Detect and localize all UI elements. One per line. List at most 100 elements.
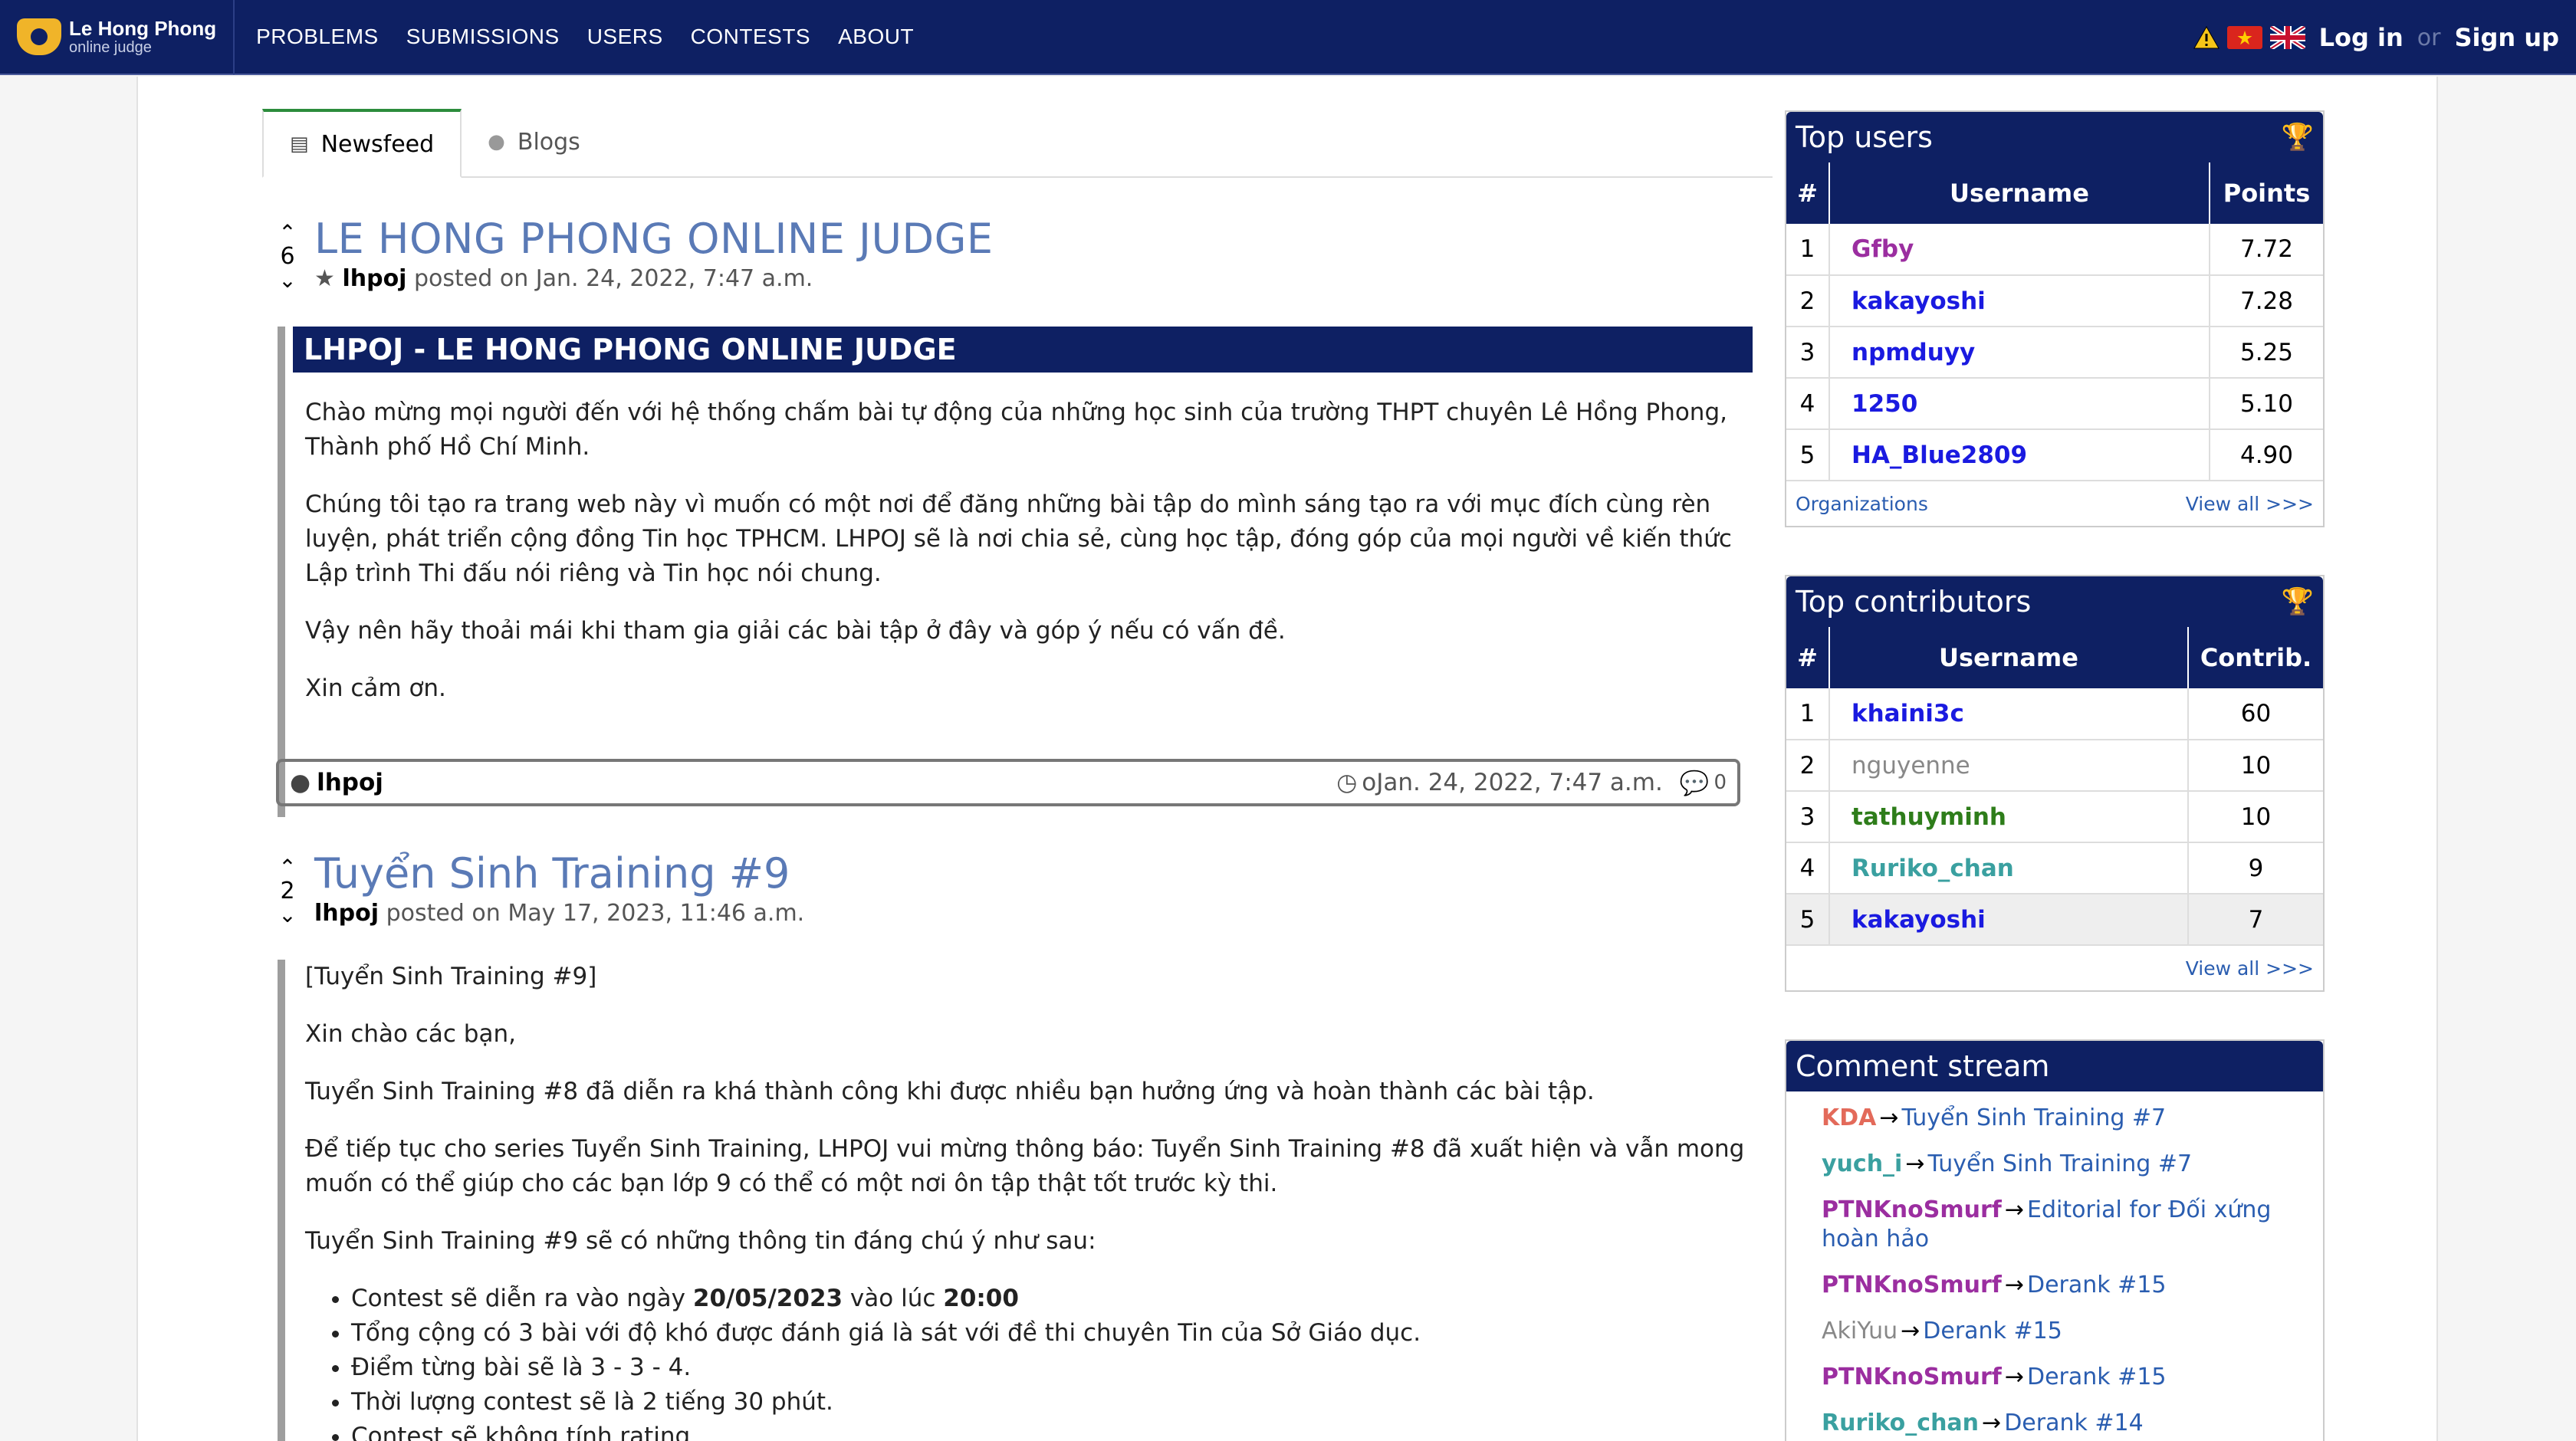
stream-user[interactable]: PTNKnoSmurf [1822, 1196, 2002, 1223]
stream-target-link[interactable]: Tuyển Sinh Training #7 [1902, 1105, 2167, 1131]
post-title[interactable]: LE HONG PHONG ONLINE JUDGE [314, 215, 994, 263]
bullet-item: Tổng cộng có 3 bài với độ khó được đánh … [351, 1316, 1753, 1351]
stream-item: PTNKnoSmurf → Derank #15 [1822, 1271, 2308, 1300]
stream-user[interactable]: KDA [1822, 1105, 1876, 1131]
arrow-right-icon: → [1982, 1410, 2002, 1436]
value-cell: 7.72 [2210, 224, 2323, 276]
warning-icon[interactable] [2193, 26, 2220, 49]
uk-flag-icon[interactable] [2269, 26, 2305, 49]
username-cell[interactable]: kakayoshi [1829, 894, 2189, 946]
nav-users[interactable]: USERS [573, 25, 677, 49]
view-all-contributors-link[interactable]: View all >>> [2186, 957, 2314, 980]
stream-target-link[interactable]: Derank #14 [2004, 1410, 2144, 1436]
username-cell[interactable]: tathuyminh [1829, 791, 2189, 843]
arrow-right-icon: → [1905, 1151, 1925, 1177]
value-cell: 7.28 [2210, 275, 2323, 327]
rank-cell: 2 [1786, 740, 1830, 792]
organizations-link[interactable]: Organizations [1796, 493, 1928, 515]
post-title[interactable]: Tuyển Sinh Training #9 [314, 849, 790, 898]
username-cell[interactable]: Ruriko_chan [1829, 842, 2189, 894]
tab-newsfeed[interactable]: ▤ Newsfeed [262, 109, 462, 178]
upvote-icon[interactable]: ⌃ [276, 222, 299, 244]
stream-item: yuch_i → Tuyển Sinh Training #7 [1822, 1150, 2308, 1179]
post-paragraph: Vậy nên hãy thoải mái khi tham gia giải … [305, 617, 1286, 645]
table-row: 3 npmduyy 5.25 [1786, 327, 2323, 379]
top-contributors-box: Top contributors 🏆 # Username Contrib. 1… [1785, 575, 2325, 992]
post-1-footer: ● lhpoj ◷ oJan. 24, 2022, 7:47 a.m. 💬 0 [276, 759, 1740, 806]
col-username: Username [1829, 162, 2210, 224]
comment-stream-box: Comment stream KDA → Tuyển Sinh Training #… [1785, 1039, 2325, 1441]
table-row: 4 Ruriko_chan 9 [1786, 842, 2323, 894]
username-cell[interactable]: npmduyy [1829, 327, 2210, 379]
stream-user[interactable]: yuch_i [1822, 1151, 1902, 1177]
value-cell: 5.10 [2210, 378, 2323, 430]
value-cell: 5.25 [2210, 327, 2323, 379]
trophy-icon: 🏆 [2281, 586, 2314, 617]
username-cell[interactable]: khaini3c [1829, 688, 2189, 740]
stream-user[interactable]: Ruriko_chan [1822, 1410, 1979, 1436]
col-username: Username [1829, 627, 2189, 688]
view-all-users-link[interactable]: View all >>> [2186, 493, 2314, 515]
username-cell[interactable]: nguyenne [1829, 740, 2189, 792]
post-paragraph: Tuyển Sinh Training #9 sẽ có những thông… [305, 1227, 1096, 1255]
value-cell: 7 [2188, 894, 2323, 946]
vote-widget: ⌃ 2 ⌄ [276, 857, 299, 926]
stream-target-link[interactable]: Tuyển Sinh Training #7 [1927, 1151, 2192, 1177]
arrow-right-icon: → [2004, 1272, 2024, 1298]
upvote-icon[interactable]: ⌃ [276, 857, 299, 878]
logo-title: Le Hong Phong [69, 16, 217, 40]
table-row: 5 HA_Blue2809 4.90 [1786, 429, 2323, 481]
username-cell[interactable]: kakayoshi [1829, 275, 2210, 327]
user-icon: ● [488, 130, 505, 153]
stream-user[interactable]: PTNKnoSmurf [1822, 1364, 2002, 1390]
post-paragraph: Xin chào các bạn, [305, 1020, 516, 1048]
table-row: 3 tathuyminh 10 [1786, 791, 2323, 843]
arrow-right-icon: → [2004, 1196, 2024, 1223]
signup-link[interactable]: Sign up [2454, 23, 2559, 52]
stream-user[interactable]: AkiYuu [1822, 1318, 1898, 1344]
comments-icon[interactable]: 💬 [1680, 769, 1710, 797]
post-heading: LHPOJ - LE HONG PHONG ONLINE JUDGE [293, 327, 1753, 373]
stream-item: PTNKnoSmurf → Derank #15 [1822, 1363, 2308, 1392]
post-paragraph: Để tiếp tục cho series Tuyển Sinh Traini… [305, 1135, 1745, 1197]
post-author[interactable]: lhpoj [342, 265, 406, 292]
stream-target-link[interactable]: Derank #15 [2027, 1364, 2167, 1390]
comment-stream-title: Comment stream [1796, 1049, 2050, 1083]
nav-right: Log in or Sign up [2193, 0, 2559, 75]
col-points: Points [2210, 162, 2323, 224]
tab-blogs[interactable]: ● Blogs [462, 107, 606, 176]
username-cell[interactable]: Gfby [1829, 224, 2210, 276]
post-1-body: LHPOJ - LE HONG PHONG ONLINE JUDGE Chào … [278, 327, 1753, 817]
value-cell: 10 [2188, 791, 2323, 843]
nav-submissions[interactable]: SUBMISSIONS [393, 25, 573, 49]
post-date: May 17, 2023, 11:46 a.m. [508, 900, 805, 927]
nav-about[interactable]: ABOUT [824, 25, 928, 49]
site-logo[interactable]: Le Hong Phong online judge [17, 0, 235, 74]
or-separator: or [2417, 24, 2441, 51]
footer-author[interactable]: lhpoj [317, 769, 383, 796]
vietnam-flag-icon[interactable] [2226, 26, 2262, 49]
nav-contests[interactable]: CONTESTS [677, 25, 824, 49]
stream-target-link[interactable]: Derank #15 [2027, 1272, 2167, 1298]
username-cell[interactable]: HA_Blue2809 [1829, 429, 2210, 481]
downvote-icon[interactable]: ⌄ [276, 270, 299, 291]
post-author[interactable]: lhpoj [314, 900, 379, 927]
post-paragraph: Tuyển Sinh Training #8 đã diễn ra khá th… [305, 1078, 1595, 1105]
nav-links: PROBLEMS SUBMISSIONS USERS CONTESTS ABOU… [242, 25, 928, 49]
top-contributors-table: # Username Contrib. 1 khaini3c 60 2 nguyenne… [1786, 627, 2323, 946]
post-paragraph: Chúng tôi tạo ra trang web này vì muốn c… [305, 491, 1732, 587]
table-row: 2 kakayoshi 7.28 [1786, 275, 2323, 327]
stream-user[interactable]: PTNKnoSmurf [1822, 1272, 2002, 1298]
comment-count[interactable]: 0 [1714, 771, 1727, 794]
arrow-right-icon: → [1879, 1105, 1899, 1131]
downvote-icon[interactable]: ⌄ [276, 904, 299, 926]
tab-newsfeed-label: Newsfeed [320, 130, 435, 158]
username-cell[interactable]: 1250 [1829, 378, 2210, 430]
nav-problems[interactable]: PROBLEMS [242, 25, 393, 49]
login-link[interactable]: Log in [2319, 23, 2404, 52]
post-date: Jan. 24, 2022, 7:47 a.m. [535, 265, 813, 292]
bullet-item: Contest sẽ diễn ra vào ngày 20/05/2023 v… [351, 1282, 1753, 1316]
rank-cell: 4 [1786, 378, 1830, 430]
stream-target-link[interactable]: Derank #15 [1923, 1318, 2062, 1344]
table-row: 4 1250 5.10 [1786, 378, 2323, 430]
